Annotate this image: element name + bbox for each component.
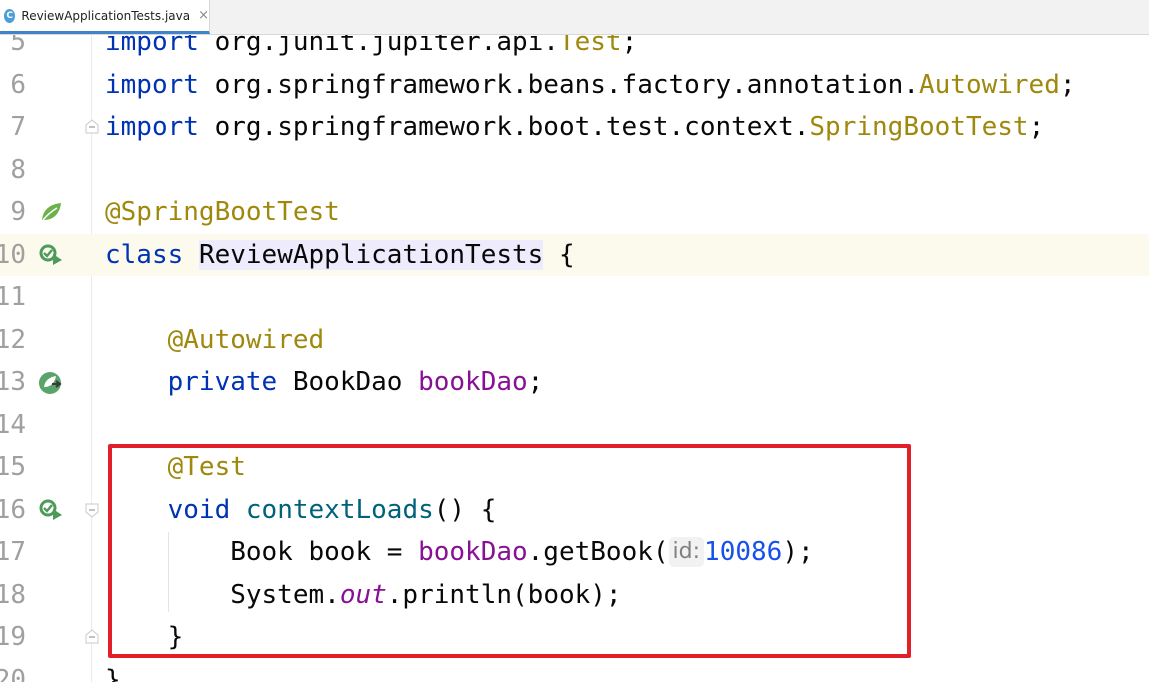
code-line[interactable]: 7 import org.springframework.boot.test.co… bbox=[0, 106, 1149, 149]
fold-marker-icon[interactable] bbox=[84, 629, 100, 645]
line-number[interactable]: 9 bbox=[0, 191, 26, 234]
line-number[interactable]: 20 bbox=[0, 659, 26, 682]
code-token: org.springframework.beans.factory.annota… bbox=[198, 69, 919, 100]
code-line[interactable]: 6 import org.springframework.beans.factor… bbox=[0, 64, 1149, 107]
editor-tab-review-application-tests[interactable]: C ReviewApplicationTests.java × bbox=[0, 0, 210, 34]
code-token: ; bbox=[1059, 69, 1076, 100]
line-number[interactable]: 14 bbox=[0, 404, 26, 447]
code-text: import org.springframework.beans.factory… bbox=[105, 64, 1076, 107]
code-token: @Autowired bbox=[167, 324, 325, 355]
code-token: org.springframework.boot.test.context. bbox=[198, 112, 810, 142]
line-number[interactable]: 6 bbox=[0, 64, 26, 107]
close-tab-icon[interactable]: × bbox=[198, 8, 209, 23]
code-token: ; bbox=[621, 35, 638, 57]
run-test-icon[interactable] bbox=[38, 244, 62, 266]
code-token: bookDao bbox=[418, 367, 528, 397]
fold-marker-icon[interactable] bbox=[84, 119, 100, 135]
line-number[interactable]: 17 bbox=[0, 531, 26, 574]
code-line[interactable]: 8 bbox=[0, 149, 1149, 192]
code-token: BookDao bbox=[277, 367, 419, 397]
code-token: @SpringBootTest bbox=[105, 197, 340, 227]
code-line[interactable]: 5 import org.junit.jupiter.api.Test; bbox=[0, 35, 1149, 64]
code-line[interactable]: 14 bbox=[0, 404, 1149, 447]
code-token: ; bbox=[1028, 112, 1045, 142]
line-number[interactable]: 13 bbox=[0, 361, 26, 404]
code-token: class bbox=[105, 239, 184, 270]
fold-marker-icon[interactable] bbox=[84, 502, 100, 518]
line-number[interactable]: 12 bbox=[0, 319, 26, 362]
code-line[interactable]: 11 bbox=[0, 276, 1149, 319]
code-editor[interactable]: 5 import org.junit.jupiter.api.Test; 6 impo… bbox=[0, 35, 1149, 682]
code-token: org.junit.jupiter.api. bbox=[198, 35, 559, 57]
code-token: private bbox=[167, 367, 278, 397]
code-text: @Autowired bbox=[105, 319, 325, 362]
code-text: import org.junit.jupiter.api.Test; bbox=[105, 35, 637, 64]
code-text: } bbox=[105, 659, 121, 682]
tab-label: ReviewApplicationTests.java bbox=[21, 8, 191, 23]
java-class-icon: C bbox=[4, 8, 16, 23]
code-token: import bbox=[105, 35, 199, 57]
code-token: ; bbox=[527, 367, 544, 397]
code-text: @SpringBootTest bbox=[105, 191, 340, 234]
line-number[interactable]: 16 bbox=[0, 489, 26, 532]
highlight-box bbox=[108, 444, 911, 658]
editor-tab-bar: C ReviewApplicationTests.java × bbox=[0, 0, 1149, 35]
code-token: } bbox=[105, 664, 121, 682]
code-token: { bbox=[543, 239, 575, 270]
line-number[interactable]: 8 bbox=[0, 149, 26, 192]
navigate-bean-icon[interactable] bbox=[38, 371, 62, 394]
code-line[interactable]: 12 @Autowired bbox=[0, 319, 1149, 362]
code-token: import bbox=[105, 112, 199, 142]
line-number[interactable]: 11 bbox=[0, 276, 26, 319]
line-number[interactable]: 10 bbox=[0, 234, 26, 277]
spring-leaf-icon[interactable] bbox=[38, 201, 62, 223]
code-line[interactable]: 9 @SpringBootTest bbox=[0, 191, 1149, 234]
line-number[interactable]: 7 bbox=[0, 106, 26, 149]
line-number[interactable]: 18 bbox=[0, 574, 26, 617]
run-test-icon[interactable] bbox=[38, 499, 62, 521]
code-text: class ReviewApplicationTests { bbox=[105, 234, 575, 277]
code-token: Test bbox=[558, 35, 622, 57]
code-text: import org.springframework.boot.test.con… bbox=[105, 106, 1044, 149]
code-token: ReviewApplicationTests bbox=[198, 239, 544, 270]
line-number[interactable]: 15 bbox=[0, 446, 26, 489]
code-line[interactable]: 20} bbox=[0, 659, 1149, 682]
line-number[interactable]: 19 bbox=[0, 616, 26, 659]
code-line[interactable]: 10 class ReviewApplicationTests { bbox=[0, 233, 1149, 277]
line-number[interactable]: 5 bbox=[0, 35, 26, 64]
code-token: SpringBootTest bbox=[809, 112, 1029, 142]
code-token: import bbox=[105, 69, 199, 100]
code-token: Autowired bbox=[918, 69, 1060, 100]
code-text: private BookDao bookDao; bbox=[105, 361, 544, 404]
code-line[interactable]: 13 private BookDao bookDao; bbox=[0, 361, 1149, 404]
